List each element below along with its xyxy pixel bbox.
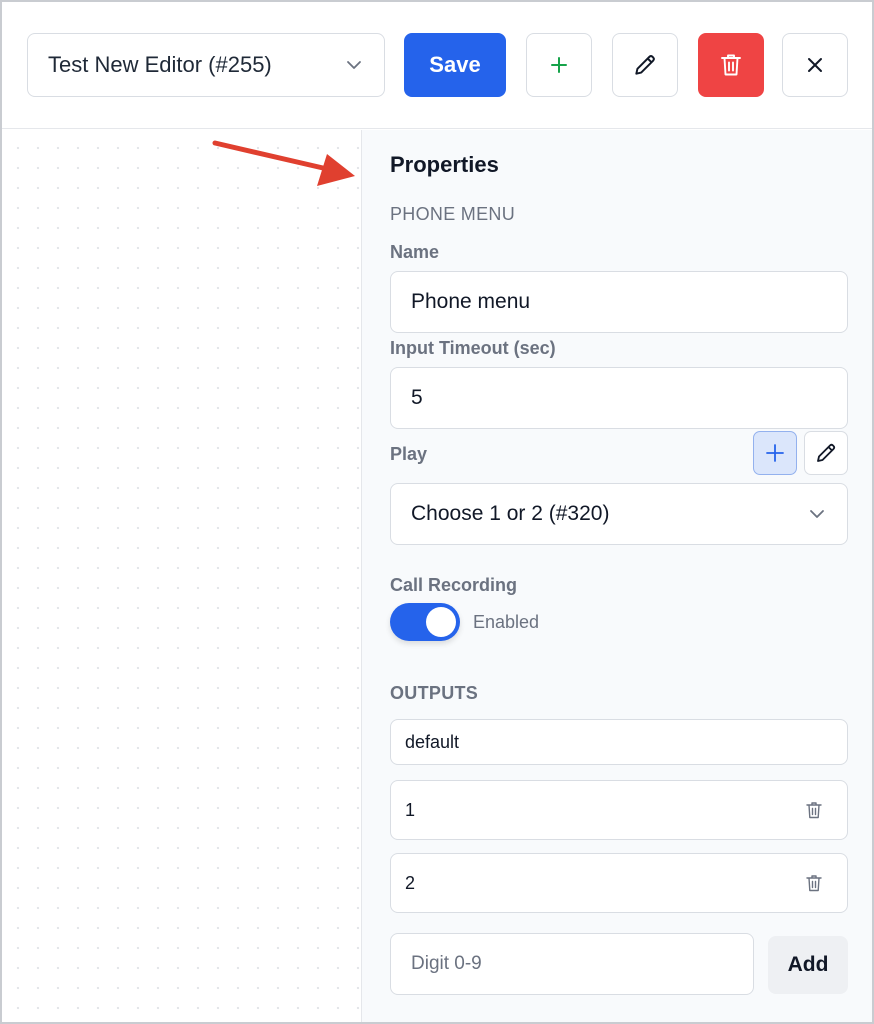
call-recording-label: Call Recording bbox=[390, 575, 518, 595]
add-audio-button[interactable] bbox=[753, 431, 797, 475]
delete-output-button[interactable] bbox=[803, 799, 825, 821]
play-label: Play bbox=[390, 444, 428, 464]
trash-icon bbox=[806, 875, 822, 892]
timeout-input-value: 5 bbox=[411, 386, 423, 409]
panel-title: Properties bbox=[390, 152, 499, 177]
toggle-knob bbox=[426, 607, 456, 637]
name-label: Name bbox=[390, 242, 440, 262]
play-select[interactable]: Choose 1 or 2 (#320) bbox=[390, 483, 848, 545]
close-icon bbox=[808, 58, 822, 72]
timeout-label: Input Timeout (sec) bbox=[390, 338, 556, 358]
call-recording-toggle[interactable] bbox=[390, 603, 460, 641]
flow-select[interactable]: Test New Editor (#255) bbox=[27, 33, 385, 97]
name-input[interactable]: Phone menu bbox=[390, 271, 848, 333]
pencil-icon bbox=[635, 55, 655, 75]
output-label: default bbox=[405, 731, 460, 752]
close-button[interactable] bbox=[782, 33, 848, 97]
add-node-button[interactable] bbox=[526, 33, 592, 97]
plus-icon bbox=[551, 57, 567, 73]
delete-output-button[interactable] bbox=[803, 872, 825, 894]
plus-icon bbox=[766, 444, 784, 462]
flow-canvas[interactable] bbox=[2, 130, 361, 1022]
edit-audio-button[interactable] bbox=[804, 431, 848, 475]
timeout-input[interactable]: 5 bbox=[390, 367, 848, 429]
trash-icon bbox=[721, 54, 741, 76]
add-output-button[interactable]: Add bbox=[768, 936, 848, 994]
save-button[interactable]: Save bbox=[404, 33, 506, 97]
flow-select-value: Test New Editor (#255) bbox=[48, 52, 272, 77]
play-select-value: Choose 1 or 2 (#320) bbox=[411, 502, 610, 525]
output-row-default[interactable]: default bbox=[390, 719, 848, 765]
pencil-icon bbox=[817, 443, 836, 462]
output-row-2[interactable]: 2 bbox=[390, 853, 848, 913]
digit-input[interactable] bbox=[390, 933, 754, 995]
chevron-down-icon bbox=[807, 504, 827, 524]
editor-toolbar: Test New Editor (#255) Save bbox=[2, 2, 872, 129]
annotation-arrow-icon bbox=[212, 140, 355, 186]
delete-button[interactable] bbox=[698, 33, 764, 97]
trash-icon bbox=[806, 802, 822, 819]
edit-button[interactable] bbox=[612, 33, 678, 97]
output-row-1[interactable]: 1 bbox=[390, 780, 848, 840]
output-label: 2 bbox=[405, 872, 416, 893]
chevron-down-icon bbox=[344, 55, 364, 75]
properties-panel: Properties PHONE MENU Name Phone menu In… bbox=[361, 130, 872, 1022]
name-input-value: Phone menu bbox=[411, 290, 531, 313]
call-recording-state: Enabled bbox=[473, 612, 540, 632]
node-type-label: PHONE MENU bbox=[390, 204, 516, 224]
outputs-label: OUTPUTS bbox=[390, 683, 479, 703]
output-label: 1 bbox=[405, 799, 416, 820]
